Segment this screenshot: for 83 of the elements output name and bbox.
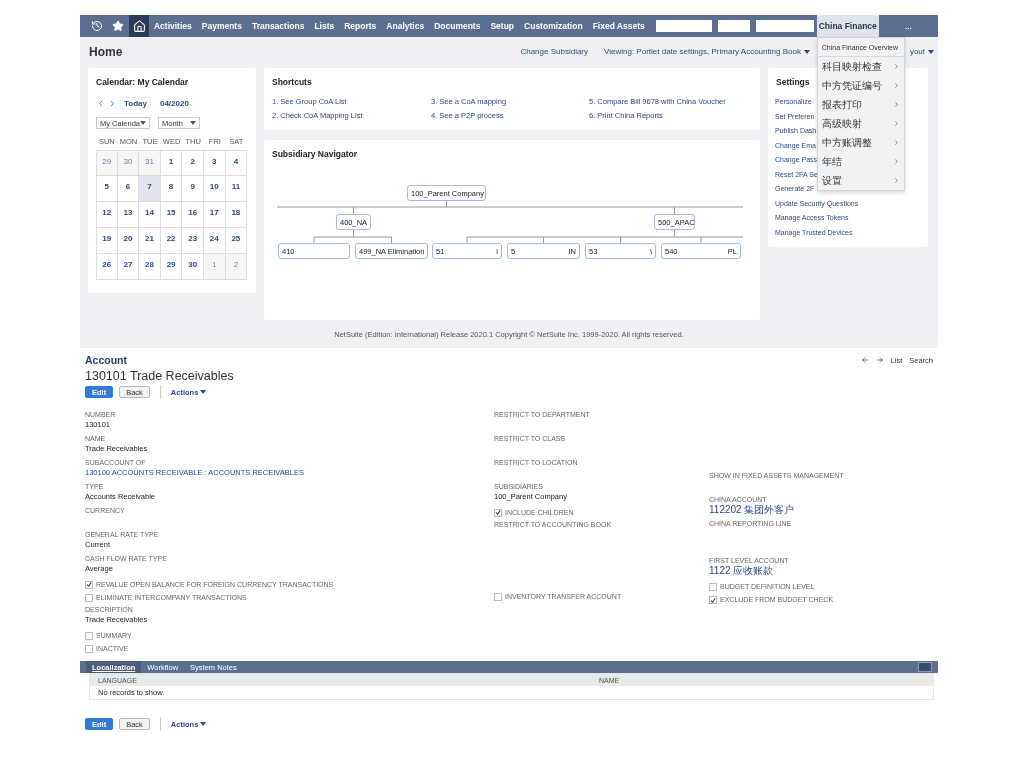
calendar-day[interactable]: 1 <box>160 150 183 176</box>
chevron-right-icon <box>892 82 900 89</box>
chevron-right-icon <box>892 158 900 165</box>
nav-item[interactable]: Documents <box>429 15 486 37</box>
calendar-day[interactable]: 6 <box>117 176 140 202</box>
chevron-right-icon <box>892 177 900 184</box>
calendar-day[interactable]: 11 <box>225 176 248 202</box>
calendar-day[interactable]: 16 <box>182 202 204 228</box>
chevron-right-icon <box>892 101 900 108</box>
checkbox[interactable] <box>85 594 93 603</box>
portlet-title: Settings <box>776 77 810 87</box>
checkbox[interactable] <box>85 631 93 640</box>
redaction-block <box>756 20 814 32</box>
change-subsidiary-link[interactable]: Change Subsidiary <box>520 47 589 56</box>
calendar-day[interactable]: 28 <box>139 254 161 280</box>
calendar-day[interactable]: 25 <box>225 228 248 254</box>
page-title: Home <box>89 44 123 59</box>
checkbox[interactable] <box>494 593 502 602</box>
calendar-day[interactable]: 2 <box>225 254 248 280</box>
calendar-day[interactable]: 17 <box>203 202 226 228</box>
calendar-day[interactable]: 19 <box>96 228 118 254</box>
chevron-right-icon <box>892 63 900 70</box>
checkbox[interactable] <box>85 580 93 589</box>
chevron-right-icon[interactable] <box>108 99 117 108</box>
home-icon[interactable] <box>129 15 149 37</box>
calendar-day[interactable]: 7 <box>139 176 161 202</box>
calendar-day[interactable]: 20 <box>117 228 140 254</box>
portlet-title: Calendar: My Calendar <box>96 77 189 87</box>
chevron-left-icon[interactable] <box>96 99 105 108</box>
viewing-dropdown[interactable]: Viewing: Portlet date settings, Primary Accounting Book <box>604 47 810 56</box>
nav-item[interactable]: Setup <box>485 15 520 37</box>
calendar-day[interactable]: 5 <box>96 176 118 202</box>
nav-item[interactable]: Activities <box>148 15 197 37</box>
checkbox[interactable] <box>709 596 717 605</box>
nav-item[interactable]: Transactions <box>246 15 310 37</box>
calendar-day[interactable]: 1 <box>203 254 226 280</box>
calendar-day[interactable]: 12 <box>96 202 118 228</box>
calendar-day[interactable]: 30 <box>182 254 204 280</box>
calendar-day[interactable]: 15 <box>160 202 183 228</box>
calendar-day[interactable]: 8 <box>160 176 183 202</box>
calendar-day[interactable]: 23 <box>182 228 204 254</box>
calendar-day[interactable]: 13 <box>117 202 140 228</box>
calendar-day[interactable]: 27 <box>117 254 140 280</box>
calendar-day[interactable]: 18 <box>225 202 248 228</box>
calendar-day[interactable]: 22 <box>160 228 183 254</box>
chevron-right-icon <box>892 139 900 146</box>
today-button[interactable]: Today <box>120 97 151 110</box>
field-link[interactable]: 112202 集团外客户 <box>709 505 933 515</box>
calendar-day[interactable]: 30 <box>117 150 140 176</box>
calendar-day[interactable]: 29 <box>160 254 183 280</box>
portlet-title: Subsidiary Navigator <box>272 149 358 159</box>
calendar-day[interactable]: 26 <box>96 254 118 280</box>
field-link[interactable]: 1122 应收账款 <box>709 566 933 576</box>
checkbox[interactable] <box>709 582 717 591</box>
month-label: 04/2020 <box>159 99 189 108</box>
nav-item[interactable]: Fixed Assets <box>587 15 650 37</box>
calendar-day[interactable]: 4 <box>225 150 248 176</box>
arrow-left-icon[interactable] <box>860 356 869 364</box>
calendar-day[interactable]: 2 <box>182 150 204 176</box>
calendar-day[interactable]: 29 <box>96 150 118 176</box>
calendar-day[interactable]: 21 <box>139 228 161 254</box>
nav-item[interactable]: Customization <box>519 15 588 37</box>
redaction-block <box>655 20 713 32</box>
arrow-right-icon[interactable] <box>875 356 884 364</box>
redaction-block <box>718 20 751 32</box>
chevron-right-icon <box>892 120 900 127</box>
calendar-day[interactable]: 24 <box>203 228 226 254</box>
calendar-day[interactable]: 9 <box>182 176 204 202</box>
calendar-day[interactable]: 3 <box>203 150 226 176</box>
nav-item[interactable]: Analytics <box>381 15 430 37</box>
checkbox[interactable] <box>85 645 93 654</box>
panel-icon[interactable] <box>918 662 932 672</box>
checkbox[interactable] <box>494 508 502 517</box>
nav-item[interactable]: Lists <box>309 15 340 37</box>
calendar-day[interactable]: 14 <box>139 202 161 228</box>
portlet-title: Shortcuts <box>272 77 312 87</box>
calendar-day[interactable]: 31 <box>139 150 161 176</box>
record-title: 130101 Trade Receivables <box>85 369 235 383</box>
nav-item[interactable]: Reports <box>339 15 382 37</box>
layout-dropdown[interactable]: yout <box>909 47 934 56</box>
nav-item[interactable]: Payments <box>196 15 247 37</box>
record-type: Account <box>85 354 127 366</box>
calendar-day[interactable]: 10 <box>203 176 226 202</box>
